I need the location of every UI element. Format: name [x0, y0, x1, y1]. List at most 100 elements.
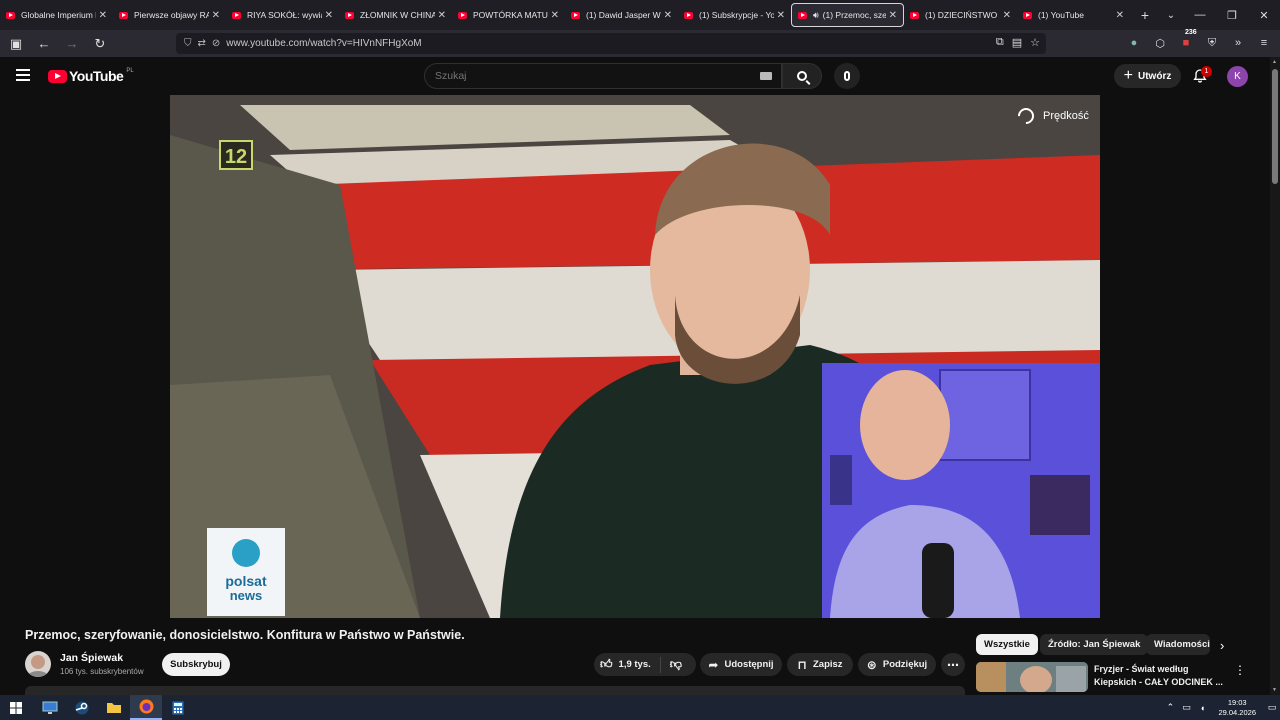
calculator-icon	[172, 701, 184, 714]
taskbar-app-explorer[interactable]	[98, 695, 130, 720]
save-button[interactable]: ⊓ Zapisz	[787, 653, 853, 676]
share-button[interactable]: ➦ Udostępnij	[700, 653, 782, 676]
recommendation-title[interactable]: Fryzjer - Świat według Kiepskich - CAŁY …	[1094, 663, 1224, 689]
close-tab-icon[interactable]: ✕	[1116, 10, 1124, 21]
url-text: www.youtube.com/watch?v=HIVnNFHgXoM	[226, 38, 422, 49]
search-button[interactable]	[782, 63, 822, 89]
scroll-up-icon[interactable]: ▲	[1272, 59, 1277, 65]
taskbar-app-steam[interactable]	[66, 695, 98, 720]
browser-tab[interactable]: Globalne Imperium B ✕	[0, 3, 113, 27]
save-label: Zapisz	[813, 659, 843, 670]
new-tab-button[interactable]: +	[1130, 7, 1160, 23]
sidebar-toggle-icon[interactable]: ▣	[4, 32, 28, 56]
dislike-icon[interactable]: 👎︎	[670, 657, 682, 672]
adblock-extension-icon[interactable]: ■ 236	[1178, 29, 1198, 53]
close-tab-icon[interactable]: ✕	[438, 10, 446, 21]
permissions-icon[interactable]: ⇄	[198, 38, 206, 49]
minimize-button[interactable]: —	[1184, 0, 1216, 30]
volume-icon[interactable]: ◖	[1194, 703, 1210, 713]
close-tab-icon[interactable]: ✕	[99, 10, 107, 21]
chip-all[interactable]: Wszystkie	[976, 634, 1038, 655]
browser-tab[interactable]: (1) YouTube ✕	[1017, 3, 1130, 27]
like-icon[interactable]: 👍︎	[600, 657, 613, 672]
close-tab-icon[interactable]: ✕	[664, 10, 672, 21]
video-title: Przemoc, szeryfowanie, donosicielstwo. K…	[25, 628, 465, 642]
vpn-extension-icon[interactable]: ●	[1126, 33, 1142, 53]
bookmark-star-icon[interactable]: ☆	[1030, 36, 1040, 49]
privacy-extension-icon[interactable]: ⛨	[1204, 33, 1220, 53]
search-input[interactable]	[435, 70, 760, 82]
recommendation-menu-icon[interactable]: ⋮	[1234, 663, 1246, 677]
chip-news[interactable]: Wiadomości	[1146, 634, 1210, 655]
country-code: PL	[126, 68, 134, 74]
create-button[interactable]: + Utwórz	[1114, 64, 1181, 88]
speaker-icon[interactable]: 🔊︎	[813, 10, 819, 21]
notifications-center-icon[interactable]: ▭	[1264, 702, 1280, 713]
subscribe-button[interactable]: Subskrybuj	[162, 653, 230, 676]
keyboard-icon[interactable]	[760, 72, 772, 80]
more-actions-button[interactable]: ⋯	[941, 653, 965, 676]
video-player[interactable]: 12 polsat news	[170, 95, 1100, 618]
description-box[interactable]	[25, 686, 965, 695]
chip-source-channel[interactable]: Źródło: Jan Śpiewak	[1040, 634, 1149, 655]
forward-button[interactable]: →	[60, 32, 84, 56]
picture-in-picture-icon[interactable]: ⧉	[996, 36, 1004, 49]
recommendation-thumbnail[interactable]	[976, 662, 1088, 692]
search-box[interactable]	[424, 63, 782, 89]
close-tab-icon[interactable]: ✕	[777, 10, 785, 21]
browser-tab[interactable]: Pierwsze objawy RAK✕	[113, 3, 226, 27]
scrollbar-thumb[interactable]	[1272, 69, 1278, 184]
browser-tab[interactable]: (1) Dawid Jasper WIZ ✕	[565, 3, 678, 27]
shield-icon[interactable]: ⛉	[184, 38, 192, 49]
taskbar-app-calculator[interactable]	[162, 695, 194, 720]
scroll-down-icon[interactable]: ▼	[1272, 687, 1277, 693]
hamburger-menu-icon[interactable]	[16, 69, 30, 81]
browser-tab[interactable]: RIYA SOKÓŁ: wywiad✕	[226, 3, 339, 27]
overflow-menu-icon[interactable]: »	[1230, 33, 1246, 53]
extensions-icon[interactable]: ⬡	[1152, 33, 1168, 53]
playback-speed-button[interactable]: Prędkość	[1014, 104, 1089, 128]
youtube-favicon-icon	[684, 11, 693, 19]
close-tab-icon[interactable]: ✕	[551, 10, 559, 21]
channel-avatar[interactable]	[25, 651, 51, 677]
network-icon[interactable]: ▭	[1178, 702, 1194, 713]
close-tab-icon[interactable]: ✕	[1003, 10, 1011, 21]
like-dislike-group: 👍︎ 1,9 tys. 👎︎	[594, 653, 696, 676]
close-tab-icon[interactable]: ✕	[325, 10, 333, 21]
page-scrollbar[interactable]: ▲ ▼	[1270, 57, 1280, 695]
list-all-tabs-icon[interactable]: ⌄	[1160, 10, 1182, 21]
close-window-button[interactable]: ✕	[1248, 0, 1280, 30]
close-tab-icon[interactable]: ✕	[889, 10, 897, 21]
youtube-favicon-icon	[232, 11, 241, 19]
browser-tab[interactable]: (1) Subskrypcje - You ✕	[678, 3, 791, 27]
back-button[interactable]: ←	[32, 32, 56, 56]
browser-tab[interactable]: 🔊︎ (1) Przemoc, szer ✕	[791, 3, 904, 27]
channel-name[interactable]: Jan Śpiewak	[60, 652, 123, 664]
tray-overflow-icon[interactable]: ⌃	[1162, 702, 1178, 713]
chevron-right-icon[interactable]: ›	[1220, 638, 1224, 653]
clock[interactable]: 19:03 29.04.2026	[1218, 698, 1256, 718]
video-frame: 12 polsat news	[170, 95, 1100, 618]
close-tab-icon[interactable]: ✕	[212, 10, 220, 21]
muted-icon[interactable]: ⊘	[212, 38, 220, 49]
reader-view-icon[interactable]: ▤	[1012, 36, 1022, 49]
taskbar-app-display[interactable]	[34, 695, 66, 720]
youtube-logo[interactable]: YouTube PL	[48, 68, 134, 84]
app-menu-icon[interactable]: ≡	[1256, 33, 1272, 53]
taskbar-app-firefox[interactable]	[130, 695, 162, 720]
thanks-button[interactable]: ⊛ Podziękuj	[858, 653, 936, 676]
youtube-favicon-icon	[1023, 11, 1032, 19]
account-avatar[interactable]: K	[1227, 66, 1248, 87]
reload-button[interactable]: ↻	[88, 32, 112, 56]
voice-search-button[interactable]	[834, 63, 860, 89]
browser-tab[interactable]: POWTÓRKA MATURA✕	[452, 3, 565, 27]
address-bar[interactable]: ⛉ ⇄ ⊘ www.youtube.com/watch?v=HIVnNFHgXo…	[176, 33, 1046, 54]
like-count[interactable]: 1,9 tys.	[619, 659, 651, 670]
system-tray: ⌃ ▭ ◖ 19:03 29.04.2026 ▭	[1162, 695, 1280, 720]
start-button[interactable]	[0, 695, 32, 720]
maximize-button[interactable]: ❐	[1216, 0, 1248, 30]
plus-icon: +	[1123, 67, 1133, 84]
browser-tab[interactable]: (1) DZIECIŃSTWO NA✕	[904, 3, 1017, 27]
channel-bug: 12	[225, 146, 247, 168]
browser-tab[interactable]: ZŁOMNIK W CHINACH✕	[339, 3, 452, 27]
